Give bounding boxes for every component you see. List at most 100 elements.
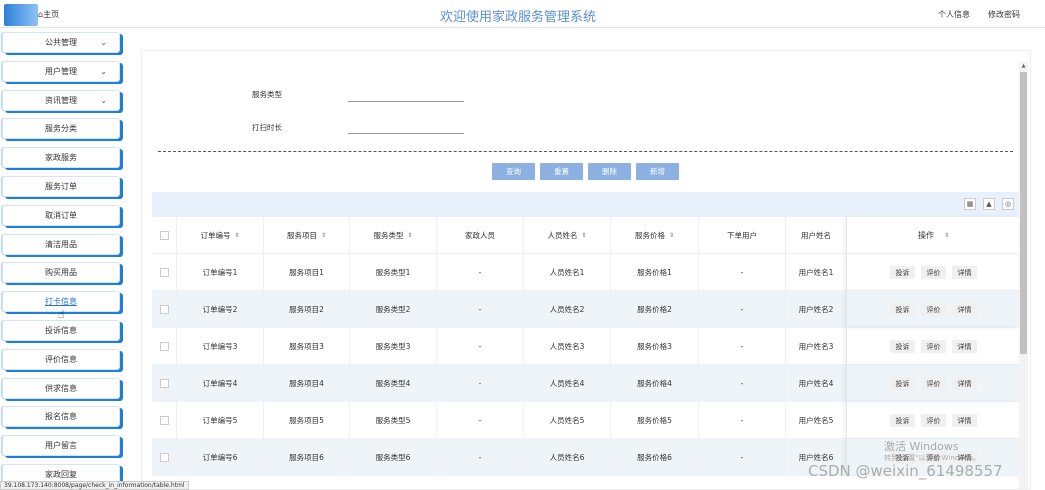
add-button[interactable]: 新增 bbox=[636, 163, 679, 180]
sidebar-item-label: 评价信息 bbox=[45, 354, 77, 364]
sidebar-item-label: 清洁用品 bbox=[45, 239, 77, 249]
review-button[interactable]: 评价 bbox=[921, 414, 946, 427]
row-checkbox[interactable] bbox=[159, 342, 169, 351]
column-header[interactable]: 服务类型 ⇕ bbox=[350, 217, 437, 254]
column-header[interactable]: 订单编号 ⇕ bbox=[177, 217, 264, 254]
column-header[interactable]: 服务价格 ⇕ bbox=[611, 217, 699, 254]
table-row[interactable]: 订单编号3 服务项目3 服务类型3- 人员姓名3 服务价格3- 用户姓名3 投诉 评价 详情 bbox=[152, 328, 1020, 365]
sidebar: 公共管理 ⌄ 用户管理 ⌄ 资讯管理 ⌄ 服务分类家政服务服务订单取消订单清洁用品购买用品打… bbox=[0, 28, 126, 490]
sidebar-item[interactable]: 购买用品 bbox=[2, 262, 120, 284]
row-checkbox[interactable] bbox=[159, 416, 169, 425]
sort-icon[interactable]: ⇕ bbox=[407, 232, 412, 239]
table-cell: 服务价格3 bbox=[611, 328, 699, 365]
detail-button[interactable]: 详情 bbox=[952, 303, 977, 316]
select-all-checkbox[interactable] bbox=[159, 231, 169, 240]
complaint-button[interactable]: 投诉 bbox=[890, 377, 915, 390]
table-cell: 用户姓名1 bbox=[786, 254, 847, 291]
sidebar-item[interactable]: 供求信息 bbox=[2, 377, 120, 399]
refresh-icon[interactable]: ◎ bbox=[1002, 198, 1014, 210]
table-cell: 订单编号4 bbox=[177, 365, 264, 402]
review-button[interactable]: 评价 bbox=[921, 303, 946, 316]
review-button[interactable]: 评价 bbox=[921, 266, 946, 279]
sidebar-item[interactable]: 服务订单 bbox=[2, 176, 120, 197]
table-cell: - bbox=[437, 328, 524, 365]
sidebar-item[interactable]: 家政服务 bbox=[2, 147, 120, 169]
sort-icon[interactable]: ⇕ bbox=[581, 232, 586, 239]
table-row[interactable]: 订单编号5 服务项目5 服务类型5- 人员姓名5 服务价格5- 用户姓名5 投诉 评价 详情 bbox=[152, 402, 1020, 439]
row-checkbox[interactable] bbox=[159, 305, 169, 314]
service-type-input[interactable] bbox=[348, 101, 464, 102]
row-checkbox-cell bbox=[152, 365, 177, 402]
chevron-down-icon: ⌄ bbox=[100, 66, 107, 76]
change-password-link[interactable]: 修改密码 bbox=[988, 9, 1020, 20]
row-checkbox[interactable] bbox=[159, 379, 169, 388]
sidebar-item-label: 家政回复 bbox=[45, 470, 77, 479]
column-header[interactable]: 家政人员 bbox=[437, 217, 524, 254]
table-row[interactable]: 订单编号2 服务项目2 服务类型2- 人员姓名2 服务价格2- 用户姓名2 投诉 评价 详情 bbox=[152, 291, 1020, 328]
detail-button[interactable]: 详情 bbox=[952, 340, 977, 353]
row-checkbox[interactable] bbox=[159, 453, 169, 462]
sidebar-item[interactable]: 评价信息 bbox=[2, 348, 120, 370]
review-button[interactable]: 评价 bbox=[921, 377, 946, 390]
complaint-button[interactable]: 投诉 bbox=[890, 303, 915, 316]
table-cell: 服务类型2 bbox=[350, 291, 437, 328]
table-row[interactable]: 订单编号1 服务项目1 服务类型1- 人员姓名1 服务价格1- 用户姓名1 投诉 评价 详情 bbox=[152, 254, 1020, 291]
sidebar-item[interactable]: 投诉信息 bbox=[2, 320, 120, 341]
chevron-down-icon: ⌄ bbox=[100, 38, 107, 47]
sidebar-item-label: 用户留言 bbox=[45, 441, 77, 451]
profile-link[interactable]: 个人信息 bbox=[938, 9, 970, 20]
column-header[interactable]: 人员姓名 ⇕ bbox=[524, 217, 611, 254]
table-cell: 服务价格4 bbox=[611, 365, 699, 402]
table-cell: - bbox=[699, 328, 786, 365]
table-toolbar: ▦ ▲ ◎ bbox=[152, 192, 1020, 217]
sidebar-item[interactable]: 用户管理 ⌄ bbox=[2, 60, 120, 82]
table-cell: 订单编号6 bbox=[177, 439, 264, 476]
row-checkbox[interactable] bbox=[159, 268, 169, 277]
sidebar-item-label: 投诉信息 bbox=[45, 326, 77, 335]
complaint-button[interactable]: 投诉 bbox=[890, 340, 915, 353]
complaint-button[interactable]: 投诉 bbox=[890, 266, 915, 279]
table-cell: 服务类型3 bbox=[350, 328, 437, 365]
sort-icon[interactable]: ⇕ bbox=[669, 232, 674, 239]
table-cell: 人员姓名3 bbox=[524, 328, 611, 365]
sidebar-item[interactable]: 资讯管理 ⌄ bbox=[2, 89, 120, 111]
sidebar-item[interactable]: 报名信息 bbox=[2, 406, 120, 428]
table-cell: 用户姓名3 bbox=[786, 328, 847, 365]
row-actions: 投诉 评价 详情 bbox=[847, 402, 1020, 439]
detail-button[interactable]: 详情 bbox=[952, 414, 977, 427]
complaint-button[interactable]: 投诉 bbox=[890, 414, 915, 427]
table-row[interactable]: 订单编号4 服务项目4 服务类型4- 人员姓名4 服务价格4- 用户姓名4 投诉 评价 详情 bbox=[152, 365, 1020, 402]
detail-button[interactable]: 详情 bbox=[952, 377, 977, 390]
column-header[interactable]: 服务项目 ⇕ bbox=[264, 217, 350, 254]
delete-button[interactable]: 删除 bbox=[588, 163, 631, 180]
export-icon[interactable]: ▲ bbox=[983, 198, 995, 210]
sidebar-item-label: 打卡信息 bbox=[45, 297, 77, 307]
reset-button[interactable]: 重置 bbox=[540, 163, 583, 180]
clock-time-input[interactable] bbox=[348, 133, 464, 134]
sort-icon[interactable]: ⇕ bbox=[234, 232, 239, 239]
column-header[interactable]: 下单用户 bbox=[699, 217, 786, 254]
sidebar-item[interactable]: 取消订单 bbox=[2, 204, 120, 226]
home-label: 主页 bbox=[43, 10, 60, 19]
sort-icon[interactable]: ⇕ bbox=[944, 232, 949, 239]
query-button[interactable]: 查询 bbox=[492, 163, 535, 180]
sidebar-item[interactable]: 用户留言 bbox=[2, 435, 120, 457]
sort-icon[interactable]: ⇕ bbox=[321, 232, 326, 239]
table-cell: 服务项目5 bbox=[264, 402, 350, 439]
sidebar-item-label: 供求信息 bbox=[45, 383, 77, 393]
detail-button[interactable]: 详情 bbox=[952, 266, 977, 279]
scrollbar-thumb[interactable] bbox=[1020, 72, 1027, 354]
sidebar-item[interactable]: 清洁用品 bbox=[2, 233, 120, 255]
sidebar-item[interactable]: 公共管理 ⌄ bbox=[2, 32, 120, 53]
sidebar-item-label: 家政服务 bbox=[45, 153, 77, 163]
row-checkbox-cell bbox=[152, 328, 177, 365]
sidebar-item[interactable]: 服务分类 bbox=[2, 118, 120, 140]
review-button[interactable]: 评价 bbox=[921, 340, 946, 353]
table-cell: 人员姓名1 bbox=[524, 254, 611, 291]
table-cell: 订单编号5 bbox=[177, 402, 264, 439]
print-icon[interactable]: ▦ bbox=[964, 198, 976, 210]
home-link[interactable]: ⌂主页 bbox=[38, 9, 59, 20]
scroll-up-icon[interactable]: ▲ bbox=[1020, 63, 1027, 70]
column-header[interactable]: 用户姓名 bbox=[786, 217, 847, 254]
top-header: ⌂主页 欢迎使用家政服务管理系统 个人信息 修改密码 bbox=[0, 0, 1045, 28]
